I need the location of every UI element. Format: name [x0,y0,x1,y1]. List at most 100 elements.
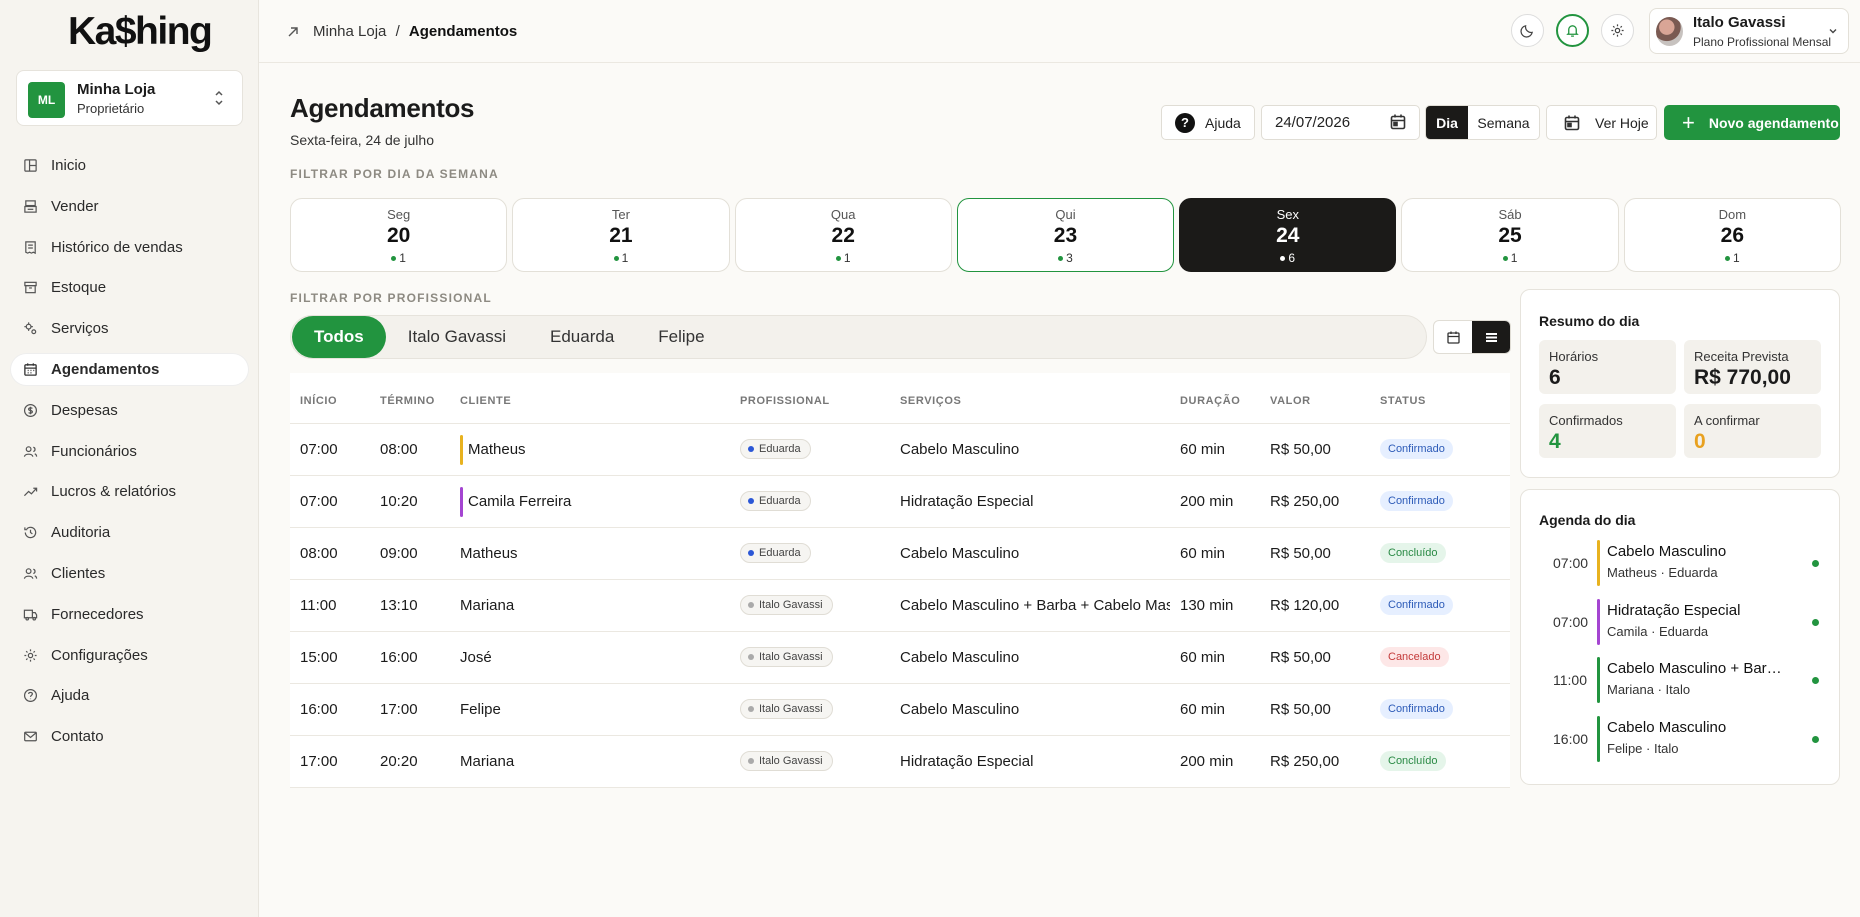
theme-toggle-button[interactable] [1511,14,1544,47]
sidebar-item-inicio[interactable]: Inicio [11,150,248,181]
sidebar-nav: Inicio Vender Histórico de vendas Estoque Se… [11,150,248,762]
stat-pending: A confirmar 0 [1684,404,1821,458]
day-filter-sex[interactable]: Sex 24 6 [1179,198,1397,272]
chevron-down-icon [1829,29,1837,34]
help-button[interactable]: ? Ajuda [1161,105,1255,140]
sidebar-item-funcionarios[interactable]: Funcionários [11,436,248,467]
column-header[interactable]: TÉRMINO [380,395,435,407]
topbar: Minha Loja / Agendamentos Italo Gavassi … [259,0,1860,63]
day-filter-dom[interactable]: Dom 26 1 [1623,198,1841,272]
professional-filter-eduarda[interactable]: Eduarda [528,316,636,358]
client-name: Camila Ferreira [460,487,571,517]
professional-filter-todos[interactable]: Todos [292,316,386,358]
professional-filter: Todos Italo Gavassi Eduarda Felipe [290,315,1427,359]
user-name: Italo Gavassi [1693,14,1786,31]
service-name: Cabelo Masculino [900,701,1020,718]
day-count-value: 1 [843,251,851,265]
calendar-view-button[interactable] [1434,321,1472,353]
stat-revenue-label: Receita Prevista [1694,349,1789,364]
sidebar-item-label: Lucros & relatórios [51,483,177,501]
history-icon [22,525,38,541]
sidebar-item-configuracoes[interactable]: Configurações [11,640,248,671]
view-week-button[interactable]: Semana [1468,106,1539,139]
table-row[interactable]: 08:00 09:00 Matheus Eduarda Cabelo Mascu… [290,528,1510,580]
store-name: Minha Loja [77,81,156,98]
table-row[interactable]: 07:00 08:00 Matheus Eduarda Cabelo Mascu… [290,424,1510,476]
day-filter-seg[interactable]: Seg 20 1 [290,198,508,272]
sidebar-item-historico-de-vendas[interactable]: Histórico de vendas [11,232,248,263]
day-filter-qua[interactable]: Qua 22 1 [734,198,952,272]
user-menu[interactable]: Italo Gavassi Plano Profissional Mensal [1649,8,1849,54]
sidebar-item-agendamentos[interactable]: Agendamentos [11,353,248,385]
sidebar-item-ajuda[interactable]: Ajuda [11,680,248,711]
settings-button[interactable] [1601,14,1634,47]
day-name: Sex [1276,207,1299,222]
day-name: Seg [387,207,411,222]
column-header[interactable]: DURAÇÃO [1180,395,1240,407]
table-row[interactable]: 11:00 13:10 Mariana Italo Gavassi Cabelo… [290,580,1510,632]
day-filter-sáb[interactable]: Sáb 25 1 [1401,198,1619,272]
agenda-time: 07:00 [1553,613,1589,630]
column-header[interactable]: SERVIÇOS [900,395,961,407]
agenda-item[interactable]: 16:00 Cabelo Masculino Felipe · Italo [1539,715,1823,762]
store-switcher[interactable]: ML Minha Loja Proprietário [16,70,243,126]
sidebar-item-despesas[interactable]: Despesas [11,395,248,426]
agenda-item[interactable]: 07:00 Hidratação Especial Camila · Eduar… [1539,598,1823,645]
agenda-item[interactable]: 11:00 Cabelo Masculino + Barba ... Maria… [1539,657,1823,703]
list-icon [1485,332,1497,342]
sidebar-item-label: Clientes [51,564,106,582]
status-badge: Confirmado [1380,491,1453,511]
agenda-color-bar [1597,657,1600,703]
today-button[interactable]: Ver Hoje [1546,105,1657,140]
calendar-icon[interactable] [1389,113,1407,131]
table-row[interactable]: 07:00 10:20 Camila Ferreira Eduarda Hidr… [290,476,1510,528]
duration: 130 min [1180,597,1234,614]
day-filter-qui[interactable]: Qui 23 3 [956,198,1175,272]
notifications-button[interactable] [1556,14,1589,47]
status-badge: Cancelado [1380,647,1449,667]
dot-icon [748,446,754,452]
sidebar-item-lucros-relatorios[interactable]: Lucros & relatórios [11,476,248,507]
column-header[interactable]: PROFISSIONAL [740,395,830,407]
column-header[interactable]: INÍCIO [300,395,337,407]
sidebar-item-label: Funcionários [51,442,137,460]
end-time: 20:20 [380,753,418,770]
professional-chip: Eduarda [740,543,811,563]
day-number: 25 [1498,224,1522,247]
value: R$ 250,00 [1270,493,1340,510]
column-header[interactable]: STATUS [1380,395,1426,407]
professional-filter-felipe[interactable]: Felipe [636,316,726,358]
dot-icon [748,654,754,660]
sidebar: Ka$hing ML Minha Loja Proprietário Inici… [0,0,259,917]
date-picker-input[interactable]: 24/07/2026 [1261,105,1420,140]
sidebar-item-servicos[interactable]: Serviços [11,313,248,344]
sidebar-item-estoque[interactable]: Estoque [11,272,248,303]
view-day-button[interactable]: Dia [1426,106,1468,139]
sidebar-item-label: Configurações [51,646,148,664]
day-filter-ter[interactable]: Ter 21 1 [512,198,730,272]
table-row[interactable]: 16:00 17:00 Felipe Italo Gavassi Cabelo … [290,684,1510,736]
end-time: 13:10 [380,597,418,614]
breadcrumb-root[interactable]: Minha Loja [313,23,386,40]
appointments-table: INÍCIO TÉRMINO CLIENTE PROFISSIONAL SERVIÇOS… [290,373,1510,788]
table-row[interactable]: 17:00 20:20 Mariana Italo Gavassi Hidrat… [290,736,1510,788]
client-name: José [460,649,492,666]
app-logo[interactable]: Ka$hing [68,10,213,54]
list-view-button[interactable] [1472,321,1510,353]
sidebar-item-fornecedores[interactable]: Fornecedores [11,599,248,630]
client-name: Felipe [460,701,501,718]
professional-filter-italo-gavassi[interactable]: Italo Gavassi [386,316,528,358]
new-appointment-button[interactable]: + Novo agendamento [1664,105,1840,140]
table-row[interactable]: 15:00 16:00 José Italo Gavassi Cabelo Ma… [290,632,1510,684]
sidebar-item-label: Vender [51,197,99,215]
duration: 200 min [1180,493,1234,510]
column-header[interactable]: CLIENTE [460,395,511,407]
arrow-up-right-icon[interactable] [287,26,299,38]
sidebar-item-vender[interactable]: Vender [11,191,248,222]
sidebar-item-auditoria[interactable]: Auditoria [11,517,248,548]
column-header[interactable]: VALOR [1270,395,1311,407]
agenda-item[interactable]: 07:00 Cabelo Masculino Matheus · Eduarda [1539,540,1823,586]
sidebar-item-clientes[interactable]: Clientes [11,558,248,589]
day-count-value: 1 [399,251,406,265]
sidebar-item-contato[interactable]: Contato [11,721,248,752]
